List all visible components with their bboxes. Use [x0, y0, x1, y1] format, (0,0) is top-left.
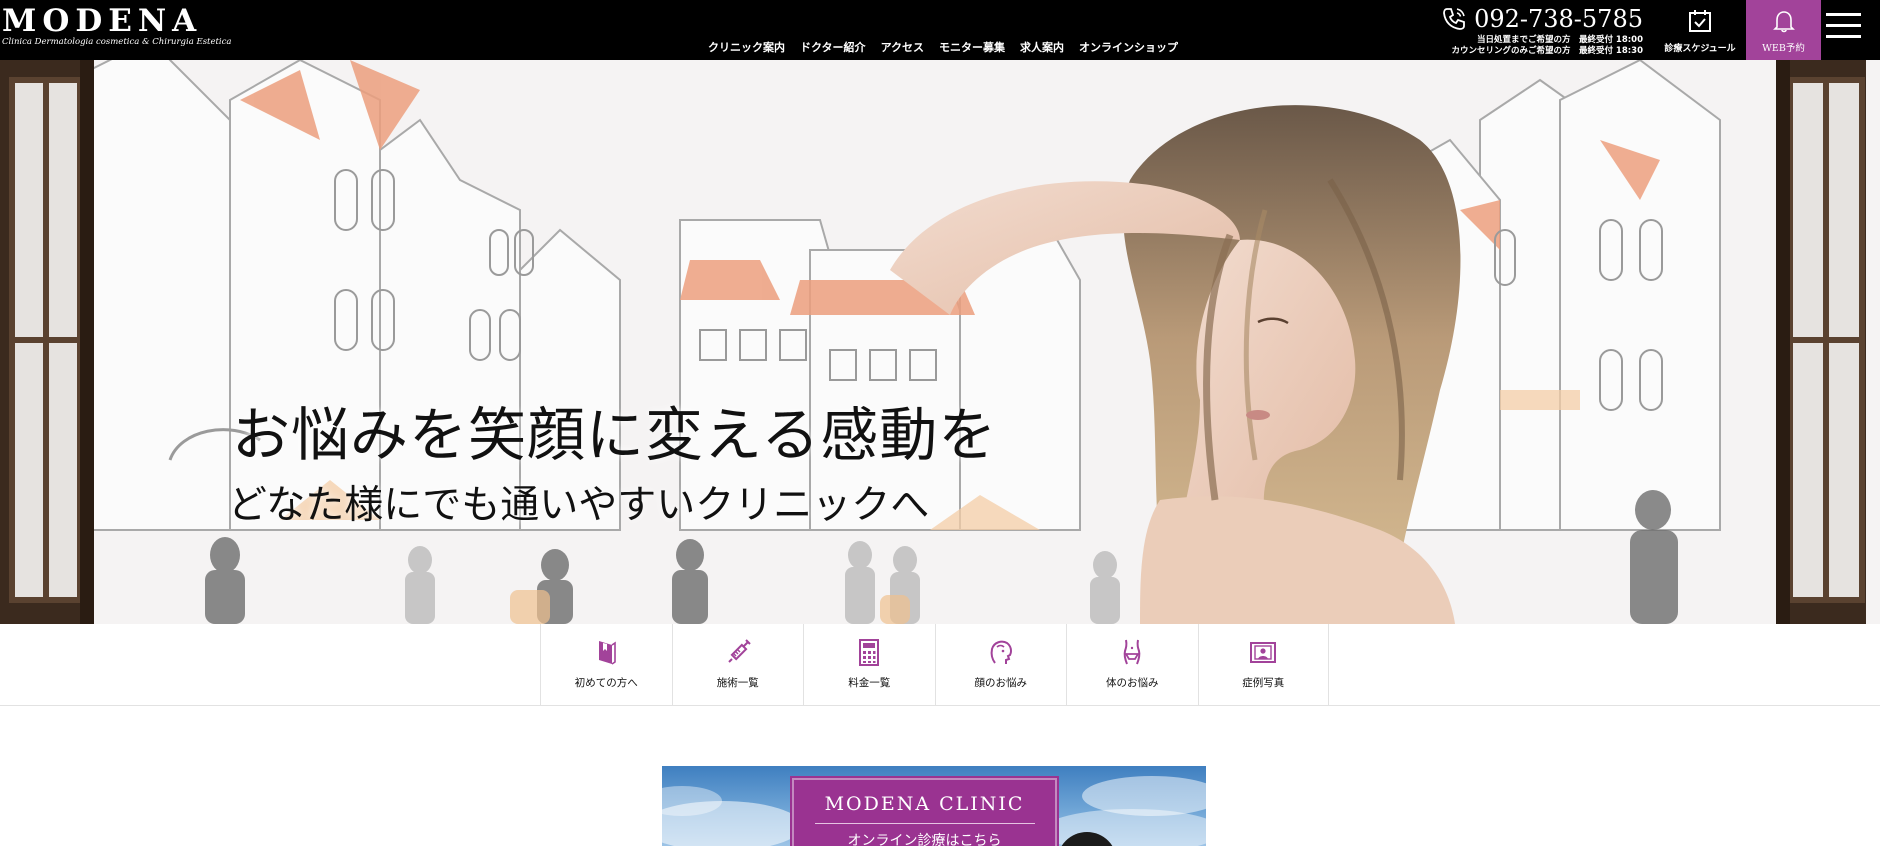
site-header: MODENA Clinica Dermatologia cosmetica & … [0, 0, 1880, 60]
web-reserve-label: WEB予約 [1762, 43, 1805, 54]
hero-headline: お悩みを笑顔に変える感動を [232, 401, 998, 469]
quick-menu-label: 料金一覧 [848, 677, 891, 689]
quick-menu: 初めての方へ 施術一覧 料金一覧 顔のお悩み 体のお悩み 症例写真 [0, 624, 1880, 706]
hero-subheadline: どなた様にでも通いやすいクリニックへ [228, 483, 930, 528]
syringe-icon [728, 639, 751, 663]
nav-access[interactable]: アクセス [881, 39, 924, 55]
photo-icon [1250, 642, 1277, 663]
hero-illustration [0, 60, 1880, 624]
quick-menu-first-visit[interactable]: 初めての方へ [540, 624, 672, 706]
quick-menu-label: 初めての方へ [574, 677, 638, 689]
logo-text: MODENA [2, 3, 203, 39]
quick-menu-body-concerns[interactable]: 体のお悩み [1066, 624, 1198, 706]
nav-online-shop[interactable]: オンラインショップ [1079, 39, 1178, 55]
bell-icon [1772, 11, 1795, 33]
quick-menu-label: 施術一覧 [716, 677, 759, 689]
quick-menu-treatments[interactable]: 施術一覧 [671, 624, 804, 706]
calculator-icon [859, 639, 880, 666]
online-consultation-banner[interactable]: MODENA CLINIC オンライン診療はこちら [662, 766, 1206, 846]
phone-number: 092-738-5785 [1474, 5, 1643, 33]
schedule-button[interactable]: 診療スケジュール [1655, 0, 1745, 60]
book-icon [599, 641, 617, 665]
quick-menu-label: 体のお悩み [1106, 677, 1159, 689]
quick-menu-label: 顔のお悩み [974, 677, 1028, 689]
phone-contact[interactable]: 092-738-5785 当日処置までご希望の方 最終受付 18:00 カウンセ… [1428, 3, 1643, 57]
hero-banner: お悩みを笑顔に変える感動を どなた様にでも通いやすいクリニックへ [0, 60, 1880, 624]
phone-note-counseling: カウンセリングのみご希望の方 最終受付 18:30 [1451, 46, 1643, 56]
calendar-icon [1689, 10, 1711, 32]
main-nav: クリニック案内 ドクター紹介 アクセス モニター募集 求人案内 オンラインショッ… [708, 39, 1178, 55]
body-icon [1123, 639, 1141, 665]
nav-doctor[interactable]: ドクター紹介 [800, 39, 866, 55]
schedule-label: 診療スケジュール [1664, 44, 1736, 54]
quick-menu-case-photos[interactable]: 症例写真 [1197, 624, 1329, 706]
banner-subtitle: オンライン診療はこちら [847, 833, 1002, 846]
site-logo[interactable]: MODENA Clinica Dermatologia cosmetica & … [2, 3, 232, 48]
web-reserve-button[interactable]: WEB予約 [1746, 0, 1821, 60]
nav-clinic[interactable]: クリニック案内 [708, 39, 785, 55]
face-icon [990, 640, 1012, 664]
quick-menu-label: 症例写真 [1242, 677, 1285, 689]
quick-menu-prices[interactable]: 料金一覧 [803, 624, 935, 706]
logo-tagline: Clinica Dermatologia cosmetica & Chirurg… [2, 37, 232, 47]
banner-divider [814, 823, 1035, 824]
quick-menu-face-concerns[interactable]: 顔のお悩み [934, 624, 1067, 706]
menu-hamburger-icon[interactable] [1826, 13, 1866, 45]
nav-monitor[interactable]: モニター募集 [939, 39, 1005, 55]
phone-note-treatment: 当日処置までご希望の方 最終受付 18:00 [1476, 35, 1643, 45]
nav-recruit[interactable]: 求人案内 [1020, 39, 1064, 55]
phone-icon [1443, 8, 1465, 30]
banner-title: MODENA CLINIC [824, 793, 1025, 815]
online-consultation-box: MODENA CLINIC オンライン診療はこちら [790, 776, 1059, 846]
